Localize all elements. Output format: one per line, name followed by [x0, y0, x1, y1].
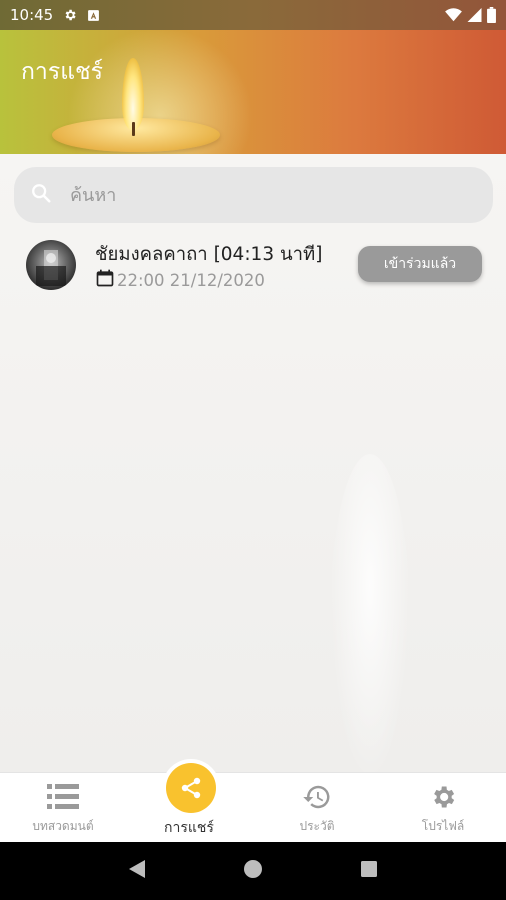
main-content: ชัยมงคลคาถา [04:13 นาที] 22:00 21/12/202…	[0, 154, 506, 772]
status-bar: 10:45	[0, 0, 506, 30]
battery-icon	[487, 7, 496, 23]
search-bar[interactable]	[14, 167, 493, 223]
app-status-icon	[87, 9, 100, 22]
nav-item-history[interactable]: ประวัติ	[254, 773, 380, 843]
share-icon[interactable]	[166, 763, 216, 813]
bottom-navigation: บทสวดมนต์ การแชร์ ประวัติ โปรไฟล์	[0, 763, 506, 843]
candle-wick	[132, 122, 135, 136]
system-navigation-bar	[0, 842, 506, 900]
home-icon[interactable]	[243, 859, 263, 883]
settings-status-icon	[63, 8, 77, 22]
list-item[interactable]: ชัยมงคลคาถา [04:13 นาที] 22:00 21/12/202…	[0, 236, 506, 296]
item-title: ชัยมงคลคาถา [04:13 นาที]	[95, 244, 323, 265]
search-input[interactable]	[70, 184, 450, 206]
recents-icon[interactable]	[360, 860, 378, 882]
avatar	[26, 240, 76, 290]
gear-icon	[429, 783, 457, 811]
calendar-icon	[95, 268, 115, 292]
nav-item-share[interactable]: การแชร์	[126, 763, 252, 843]
nav-label-history: ประวัติ	[299, 819, 335, 833]
item-meta: 22:00 21/12/2020	[95, 268, 265, 292]
list-icon	[47, 783, 79, 811]
nav-item-chants[interactable]: บทสวดมนต์	[0, 773, 126, 843]
search-icon	[30, 182, 52, 208]
joined-button[interactable]: เข้าร่วมแล้ว	[358, 246, 482, 282]
item-datetime: 22:00 21/12/2020	[117, 270, 265, 290]
app-header: การแชร์	[0, 30, 506, 154]
history-icon	[302, 783, 332, 811]
wifi-icon	[445, 8, 462, 22]
nav-item-profile[interactable]: โปรไฟล์	[380, 773, 506, 843]
nav-label-share: การแชร์	[164, 820, 214, 836]
back-icon[interactable]	[128, 859, 146, 883]
signal-icon	[467, 8, 482, 22]
nav-label-chants: บทสวดมนต์	[32, 819, 94, 833]
nav-label-profile: โปรไฟล์	[421, 819, 465, 833]
page-title: การแชร์	[21, 59, 103, 85]
background-candle	[330, 454, 410, 772]
status-time: 10:45	[10, 6, 54, 24]
